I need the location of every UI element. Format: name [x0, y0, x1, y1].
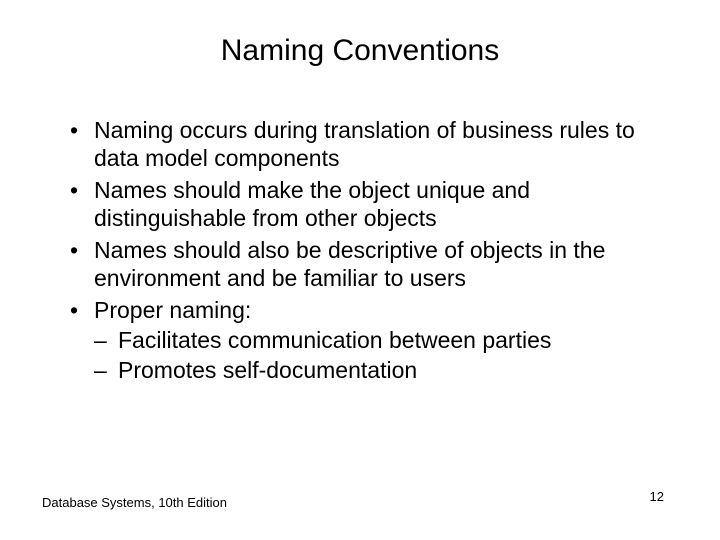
bullet-text: Names should also be descriptive of obje… — [94, 237, 605, 291]
sub-bullet-text: Facilitates communication between partie… — [118, 327, 551, 353]
list-item: Naming occurs during translation of busi… — [70, 116, 660, 172]
page-number: 12 — [650, 489, 664, 504]
slide-content: Naming occurs during translation of busi… — [40, 116, 680, 384]
list-item: Proper naming: Facilitates communication… — [70, 296, 660, 384]
list-item: Promotes self-documentation — [94, 356, 660, 384]
footer-source: Database Systems, 10th Edition — [42, 495, 227, 510]
list-item: Names should also be descriptive of obje… — [70, 236, 660, 292]
slide-title: Naming Conventions — [40, 34, 680, 68]
bullet-text: Naming occurs during translation of busi… — [94, 117, 635, 171]
list-item: Names should make the object unique and … — [70, 176, 660, 232]
bullet-text: Names should make the object unique and … — [94, 177, 530, 231]
list-item: Facilitates communication between partie… — [94, 326, 660, 354]
sub-bullet-text: Promotes self-documentation — [118, 357, 417, 383]
bullet-text: Proper naming: — [94, 297, 251, 323]
bullet-list: Naming occurs during translation of busi… — [70, 116, 660, 384]
sub-bullet-list: Facilitates communication between partie… — [94, 326, 660, 384]
slide: Naming Conventions Naming occurs during … — [0, 0, 720, 540]
